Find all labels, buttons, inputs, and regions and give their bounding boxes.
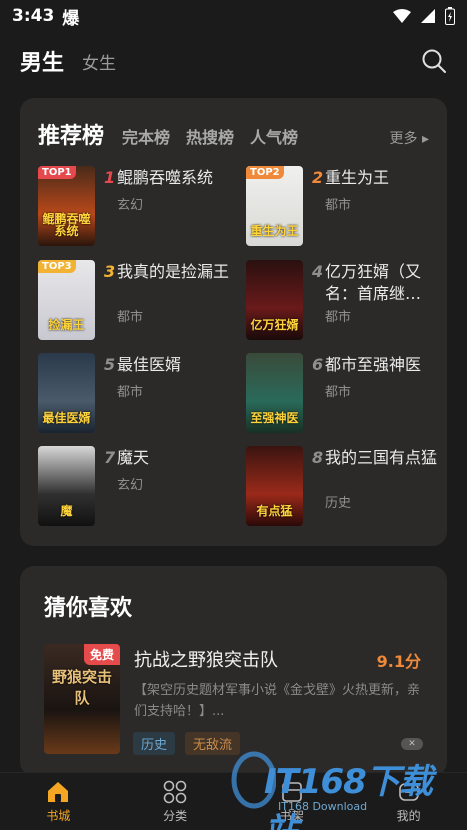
book-title[interactable]: 最佳医婿 — [117, 354, 237, 376]
book-title[interactable]: 魔天 — [117, 447, 237, 469]
book-category: 都市 — [325, 310, 352, 325]
nav-label: 我的 — [396, 808, 421, 823]
book-cover[interactable]: TOP1 鲲鹏吞噬系统 — [38, 166, 95, 246]
book-category: 玄幻 — [117, 198, 144, 213]
cover-title: 重生为王 — [250, 224, 299, 239]
book-cover[interactable]: 魔 — [38, 446, 95, 526]
book-title[interactable]: 都市至强神医 — [325, 354, 445, 376]
rank-number: 4 — [312, 262, 324, 281]
cover-title: 亿万狂婿 — [250, 318, 299, 333]
book-title[interactable]: 亿万狂婿（又名：首席继… — [325, 261, 445, 305]
nav-label: 分类 — [163, 808, 188, 823]
ranking-book-item[interactable]: TOP2 重生为王 2 重生为王 都市 — [246, 166, 446, 248]
cover-title: 至强神医 — [250, 411, 299, 426]
close-icon[interactable]: ✕ — [401, 738, 423, 750]
tag-invincible[interactable]: 无敌流 — [185, 732, 241, 755]
notification-icon: 爆 — [62, 8, 80, 29]
rank-number: 7 — [104, 448, 116, 467]
cover-title: 魔 — [60, 504, 73, 519]
book-score: 9.1分 — [376, 652, 421, 671]
clock: 3:43 — [12, 6, 55, 26]
tab-male[interactable]: 男生 — [20, 45, 64, 77]
ranking-book-item[interactable]: TOP1 鲲鹏吞噬系统 1 鲲鹏吞噬系统 玄幻 — [38, 166, 238, 248]
top-header: 男生 女生 — [0, 40, 467, 82]
book-title[interactable]: 我的三国有点猛 — [325, 447, 445, 469]
book-cover[interactable]: 亿万狂婿 — [246, 260, 303, 340]
book-cover[interactable]: 免费 野狼突击队 — [44, 644, 120, 754]
recommend-ranking-card: 推荐榜 完本榜 热搜榜 人气榜 更多 ▸ TOP1 鲲鹏吞噬系统 1 鲲鹏吞噬系统 玄幻… — [20, 98, 447, 546]
ranking-book-item[interactable]: TOP3 捡漏王 3 我真的是捡漏王都市 — [38, 260, 238, 342]
free-badge: 免费 — [83, 644, 120, 665]
book-title[interactable]: 抗战之野狼突击队 — [134, 646, 278, 672]
nav-category[interactable]: 分类 — [117, 773, 234, 830]
ranking-book-item[interactable]: 至强神医 6 都市至强神医都市 — [246, 353, 446, 435]
cover-title: 鲲鹏吞噬系统 — [42, 211, 91, 239]
rank-number: 3 — [104, 262, 116, 281]
signal-icon — [421, 9, 435, 23]
book-category: 玄幻 — [117, 478, 144, 493]
bottom-nav: 书城 分类 书架 我的 — [0, 772, 467, 830]
cover-title: 最佳医婿 — [42, 411, 91, 426]
rank-badge: TOP2 — [246, 166, 284, 179]
book-title[interactable]: 我真的是捡漏王 — [117, 261, 237, 283]
ranking-book-item[interactable]: 最佳医婿 5 最佳医婿 都市 — [38, 353, 238, 435]
book-title[interactable]: 重生为王 — [325, 167, 445, 189]
home-icon — [48, 781, 69, 802]
book-category: 历史 — [325, 496, 352, 511]
ranking-book-item[interactable]: 魔 7 魔天玄幻 — [38, 446, 238, 528]
book-description: 【架空历史题材军事小说《金戈壁》火热更新，亲们支持哈！】... — [134, 683, 421, 719]
tab-hot-search[interactable]: 热搜榜 — [186, 124, 234, 148]
book-cover[interactable]: 最佳医婿 — [38, 353, 95, 433]
shelf-icon — [282, 781, 302, 802]
nav-label: 书城 — [46, 808, 71, 823]
battery-icon — [445, 7, 455, 25]
search-icon[interactable] — [421, 48, 447, 74]
ranking-book-item[interactable]: 亿万狂婿 4 亿万狂婿（又名：首席继… 都市 — [246, 260, 446, 342]
cover-title: 捡漏王 — [48, 318, 85, 333]
book-category: 都市 — [325, 385, 352, 400]
more-link[interactable]: 更多 ▸ — [390, 128, 429, 148]
book-cover[interactable]: 有点猛 — [246, 446, 303, 526]
ranking-header: 推荐榜 完本榜 热搜榜 人气榜 更多 ▸ — [38, 118, 429, 150]
guess-you-like-card: 猜你喜欢 免费 野狼突击队 抗战之野狼突击队 9.1分 【架空历史题材军事小说《… — [20, 566, 447, 776]
nav-bookshelf[interactable]: 书架 — [234, 773, 351, 830]
grid-icon — [163, 780, 187, 803]
status-bar: 3:43 爆 — [0, 0, 467, 32]
cover-title: 野狼突击队 — [51, 668, 112, 707]
book-category: 都市 — [117, 310, 144, 325]
book-cover[interactable]: TOP3 捡漏王 — [38, 260, 95, 340]
tab-female[interactable]: 女生 — [82, 49, 116, 74]
guess-title: 猜你喜欢 — [44, 596, 133, 621]
rank-number: 5 — [104, 355, 116, 374]
profile-icon — [398, 782, 419, 801]
book-cover[interactable]: TOP2 重生为王 — [246, 166, 303, 246]
rank-number: 2 — [312, 168, 324, 187]
nav-label: 书架 — [279, 808, 304, 823]
rank-number: 1 — [104, 168, 116, 187]
cover-title: 有点猛 — [256, 504, 293, 519]
status-icons — [393, 7, 455, 25]
wifi-icon — [393, 9, 411, 23]
rank-number: 8 — [312, 448, 324, 467]
ranking-book-item[interactable]: 有点猛 8 我的三国有点猛历史 — [246, 446, 446, 528]
tag-history[interactable]: 历史 — [133, 732, 176, 755]
rank-badge: TOP3 — [38, 260, 76, 273]
rank-number: 6 — [312, 355, 324, 374]
book-title[interactable]: 鲲鹏吞噬系统 — [117, 167, 237, 189]
book-cover[interactable]: 至强神医 — [246, 353, 303, 433]
book-category: 都市 — [117, 385, 144, 400]
tab-popular[interactable]: 人气榜 — [250, 124, 298, 148]
nav-bookstore[interactable]: 书城 — [0, 773, 117, 830]
ranking-title[interactable]: 推荐榜 — [38, 118, 104, 150]
book-category: 都市 — [325, 198, 352, 213]
tab-completed[interactable]: 完本榜 — [122, 124, 170, 148]
nav-profile[interactable]: 我的 — [350, 773, 467, 830]
rank-badge: TOP1 — [38, 166, 76, 179]
